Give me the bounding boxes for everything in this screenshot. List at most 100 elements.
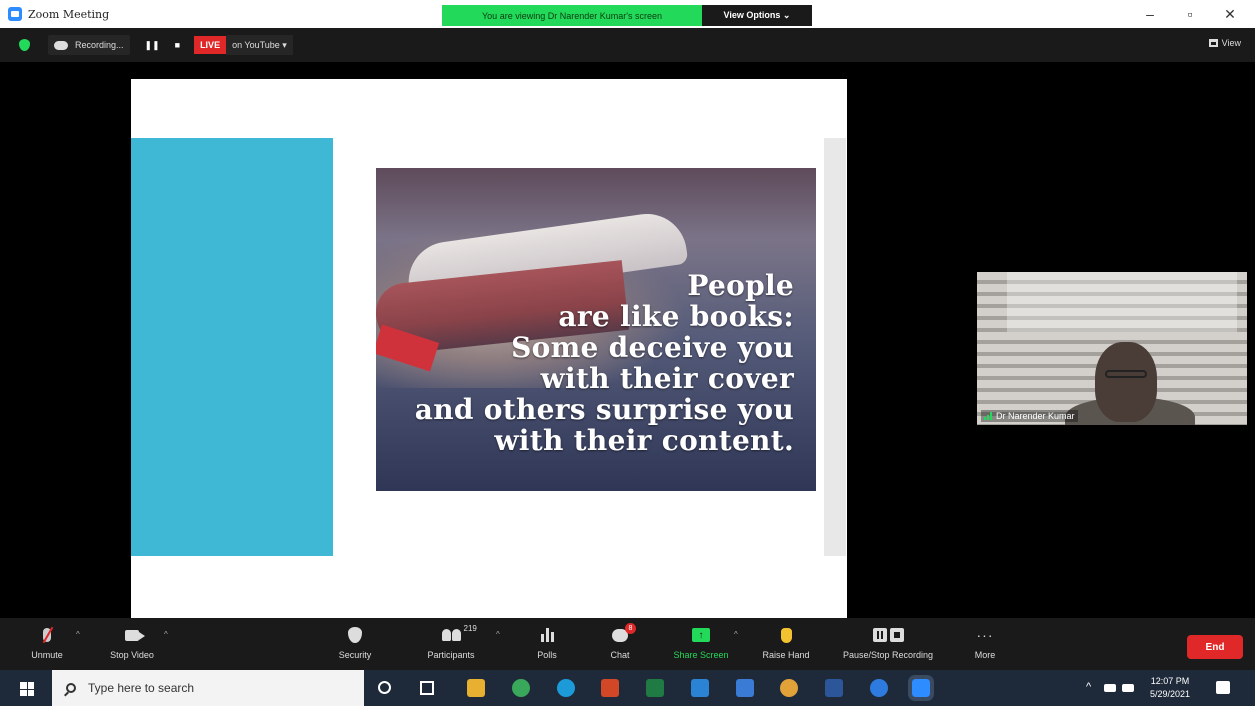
pause-recording-button[interactable]: ❚❚ xyxy=(145,40,160,51)
file-explorer-icon[interactable] xyxy=(467,679,485,697)
clock-date: 5/29/2021 xyxy=(1150,689,1191,699)
participants-options-caret[interactable]: ^ xyxy=(496,630,500,639)
polls-label: Polls xyxy=(537,650,557,660)
quote-line: People xyxy=(687,269,794,302)
minimize-button[interactable]: – xyxy=(1140,4,1160,24)
share-screen-label: Share Screen xyxy=(673,650,729,660)
chat-button[interactable]: 8 Chat xyxy=(604,622,636,666)
raise-hand-label: Raise Hand xyxy=(762,650,810,660)
raise-hand-icon xyxy=(780,627,792,643)
quote-text: People are like books: Some deceive you … xyxy=(415,270,794,456)
polls-button[interactable]: Polls xyxy=(530,624,564,666)
slide-accent-bar xyxy=(131,138,333,556)
zoom-taskbar-icon[interactable] xyxy=(908,675,934,701)
app-icon[interactable] xyxy=(870,679,888,697)
quote-line: are like books: xyxy=(558,300,794,333)
security-button[interactable]: Security xyxy=(332,624,378,666)
view-button[interactable]: View xyxy=(1208,38,1241,48)
book-quote-image: People are like books: Some deceive you … xyxy=(376,168,816,491)
participant-glasses xyxy=(1105,370,1147,378)
pause-stop-recording-icon xyxy=(872,628,904,642)
more-label: More xyxy=(974,650,996,660)
participant-video-tile[interactable]: Dr Narender Kumar xyxy=(977,272,1247,425)
participant-head xyxy=(1095,342,1157,422)
video-options-caret[interactable]: ^ xyxy=(164,630,168,639)
meeting-top-bar: Recording... ❚❚ ■ LIVE on YouTube ▾ View xyxy=(0,28,1255,62)
battery-icon xyxy=(1104,684,1116,692)
edge-browser-icon[interactable] xyxy=(557,679,575,697)
encryption-shield-icon[interactable] xyxy=(19,39,30,51)
meeting-controls-toolbar: Unmute ^ Stop Video ^ Security 219 Parti… xyxy=(0,618,1255,670)
excel-icon[interactable] xyxy=(646,679,664,697)
stop-video-label: Stop Video xyxy=(110,650,154,660)
system-tray-icons[interactable] xyxy=(1104,684,1134,692)
raise-hand-button[interactable]: Raise Hand xyxy=(757,624,815,666)
muted-mic-icon xyxy=(43,628,51,642)
mail-icon[interactable] xyxy=(736,679,754,697)
quote-line: with their content. xyxy=(494,424,794,457)
task-view-icon[interactable] xyxy=(420,681,434,695)
chat-icon: 8 xyxy=(612,622,636,642)
participants-button[interactable]: 219 Participants xyxy=(420,624,482,666)
security-shield-icon xyxy=(348,627,362,643)
recording-label: Recording... xyxy=(75,40,124,50)
word-icon[interactable] xyxy=(825,679,843,697)
share-screen-icon: ↑ xyxy=(692,628,710,642)
powerpoint-icon[interactable] xyxy=(601,679,619,697)
chrome-icon[interactable] xyxy=(780,679,798,697)
live-badge: LIVE xyxy=(194,36,227,54)
windows-taskbar: Type here to search ^ 12:07 PM 5/29/2021 xyxy=(0,670,1255,706)
participants-icon xyxy=(441,629,461,641)
zoom-meeting-window: Zoom Meeting You are viewing Dr Narender… xyxy=(0,0,1255,706)
quote-line: Some deceive you xyxy=(511,331,794,364)
stop-recording-button[interactable]: ■ xyxy=(175,40,180,50)
share-options-caret[interactable]: ^ xyxy=(734,630,738,639)
security-label: Security xyxy=(338,650,372,660)
show-hidden-icons-arrow[interactable]: ^ xyxy=(1086,681,1091,693)
view-label: View xyxy=(1221,38,1241,48)
video-camera-icon xyxy=(125,629,145,641)
clock-time: 12:07 PM xyxy=(1150,676,1190,686)
youtube-live-dropdown[interactable]: on YouTube ▾ xyxy=(226,35,293,55)
more-button[interactable]: ··· More xyxy=(968,624,1002,666)
viewing-banner: You are viewing Dr Narender Kumar's scre… xyxy=(442,5,812,26)
windows-start-icon[interactable] xyxy=(20,682,34,696)
share-screen-button[interactable]: ↑ Share Screen xyxy=(668,624,734,666)
window-title: Zoom Meeting xyxy=(28,7,110,21)
stop-video-button[interactable]: Stop Video xyxy=(104,624,160,666)
presentation-slide: People are like books: Some deceive you … xyxy=(131,79,847,618)
unmute-label: Unmute xyxy=(31,650,63,660)
whatsapp-icon[interactable] xyxy=(512,679,530,697)
quote-line: with their cover xyxy=(540,362,794,395)
participant-name: Dr Narender Kumar xyxy=(996,411,1075,421)
view-options-button[interactable]: View Options ⌄ xyxy=(702,5,812,26)
cloud-icon xyxy=(54,40,68,50)
participants-count: 219 xyxy=(463,624,477,633)
quote-line: and others surprise you xyxy=(414,393,794,426)
search-placeholder: Type here to search xyxy=(88,681,195,695)
store-icon[interactable] xyxy=(691,679,709,697)
audio-options-caret[interactable]: ^ xyxy=(76,630,80,639)
viewing-screen-message: You are viewing Dr Narender Kumar's scre… xyxy=(442,5,702,26)
chat-unread-badge: 8 xyxy=(625,622,636,634)
taskbar-clock[interactable]: 12:07 PM 5/29/2021 xyxy=(1150,675,1190,701)
pause-stop-recording-label: Pause/Stop Recording xyxy=(842,650,934,660)
unmute-button[interactable]: Unmute xyxy=(24,624,70,666)
cortana-icon[interactable] xyxy=(378,681,391,694)
search-icon xyxy=(66,683,76,693)
end-meeting-button[interactable]: End xyxy=(1187,635,1243,659)
more-icon: ··· xyxy=(976,627,994,643)
pause-stop-recording-button[interactable]: Pause/Stop Recording xyxy=(832,624,944,666)
participant-name-tag: Dr Narender Kumar xyxy=(981,410,1078,422)
title-bar: Zoom Meeting You are viewing Dr Narender… xyxy=(0,0,1255,28)
recording-indicator: Recording... xyxy=(48,35,130,55)
window-light xyxy=(1007,272,1237,332)
participants-label: Participants xyxy=(427,650,475,660)
polls-icon xyxy=(540,628,554,642)
signal-strength-icon xyxy=(984,412,992,420)
close-button[interactable]: ✕ xyxy=(1220,4,1240,24)
zoom-app-icon xyxy=(8,7,22,21)
notifications-icon[interactable] xyxy=(1216,681,1230,694)
taskbar-search-box[interactable]: Type here to search xyxy=(52,670,364,706)
maximize-button[interactable]: ▫ xyxy=(1180,4,1200,24)
